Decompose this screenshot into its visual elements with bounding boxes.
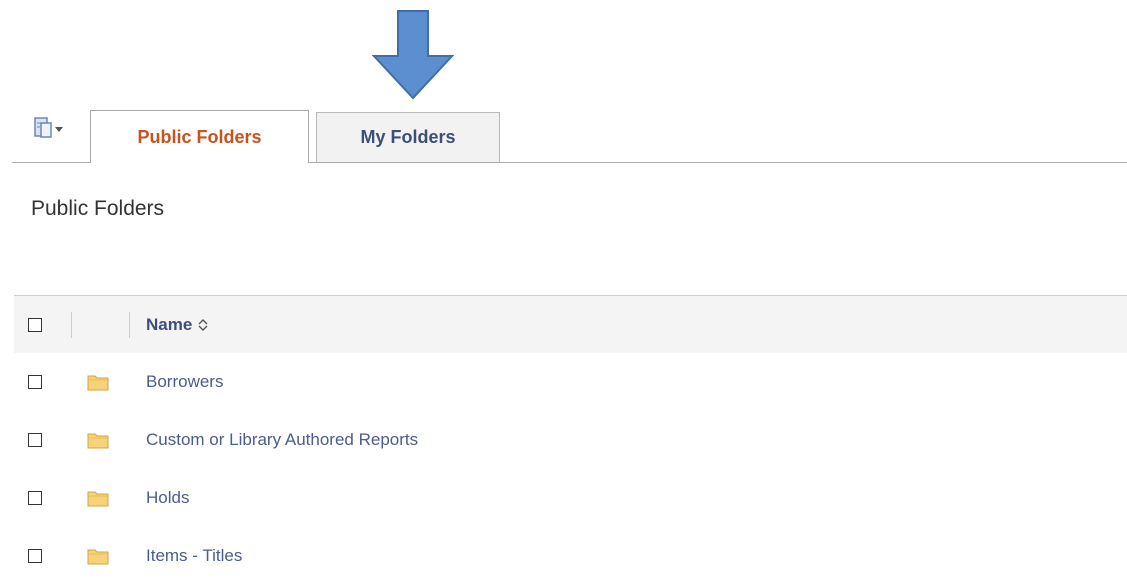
- folder-link[interactable]: Borrowers: [146, 372, 223, 392]
- tab-my-folders-label: My Folders: [360, 127, 456, 147]
- table-row: Custom or Library Authored Reports: [14, 411, 1127, 469]
- folder-tabs: Public Folders My Folders: [0, 110, 1127, 163]
- tab-public-folders-label: Public Folders: [137, 126, 262, 147]
- page-title: Public Folders: [31, 197, 165, 220]
- down-arrow-icon: [372, 10, 454, 100]
- content-page: Public Folders My Folders Public Folders…: [0, 0, 1127, 588]
- folder-navigation-icon[interactable]: [30, 115, 66, 141]
- row-checkbox[interactable]: [28, 433, 42, 447]
- column-divider: [71, 312, 72, 338]
- tab-my-folders[interactable]: My Folders: [316, 112, 500, 162]
- table-row: Holds: [14, 469, 1127, 527]
- folder-icon: [87, 433, 109, 449]
- table-row: Items - Titles: [14, 527, 1127, 585]
- row-checkbox[interactable]: [28, 491, 42, 505]
- table-row: Borrowers: [14, 353, 1127, 411]
- folder-icon: [87, 491, 109, 507]
- row-checkbox[interactable]: [28, 375, 42, 389]
- column-divider: [129, 312, 130, 338]
- row-checkbox[interactable]: [28, 549, 42, 563]
- name-column-header[interactable]: Name: [146, 315, 209, 335]
- folder-link[interactable]: Custom or Library Authored Reports: [146, 430, 418, 450]
- table-header: Name: [14, 295, 1127, 353]
- name-column-label: Name: [146, 315, 193, 334]
- tab-public-folders[interactable]: Public Folders: [90, 110, 309, 163]
- folder-link[interactable]: Holds: [146, 488, 189, 508]
- folder-table: Name Borrowers Custom or Library Authore…: [14, 295, 1127, 585]
- sort-icon: [198, 319, 208, 331]
- select-all-checkbox[interactable]: [28, 318, 42, 332]
- folder-icon: [87, 375, 109, 391]
- folder-icon: [87, 549, 109, 565]
- folder-link[interactable]: Items - Titles: [146, 546, 242, 566]
